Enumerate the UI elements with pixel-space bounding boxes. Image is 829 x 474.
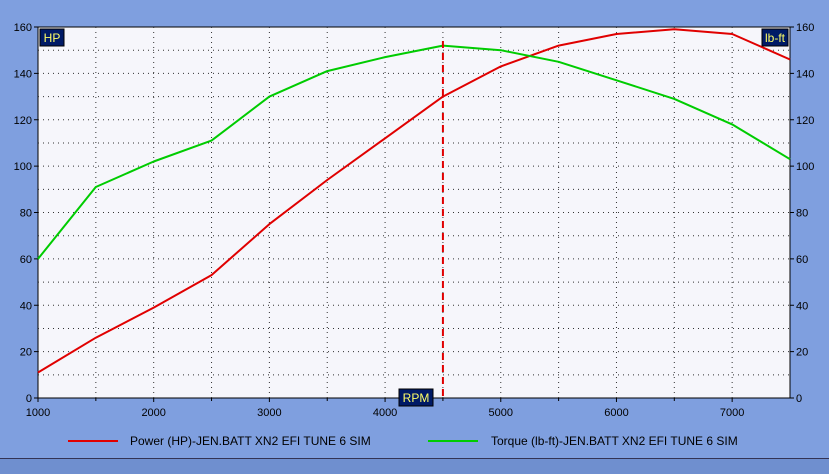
dyno-chart-svg: 1000 2000 3000 4000 5000 6000 7000 0 0 20 20 40 40 60… <box>14 22 815 448</box>
left-unit-box: HP <box>39 28 65 47</box>
y-right-tick-label: 120 <box>796 115 814 127</box>
y-left-tick-label: 20 <box>20 347 32 359</box>
x-tick-label: 6000 <box>604 407 628 419</box>
x-tick-label: 4000 <box>373 407 397 419</box>
legend-label-power: Power (HP)-JEN.BATT XN2 EFI TUNE 6 SIM <box>130 434 371 448</box>
y-right-tick-label: 0 <box>796 393 802 405</box>
y-left-tick-label: 40 <box>20 300 32 312</box>
x-tick-label: 2000 <box>141 407 165 419</box>
dyno-chart: 1000 2000 3000 4000 5000 6000 7000 0 0 20 20 40 40 60… <box>0 0 829 473</box>
y-right-tick-label: 100 <box>796 161 814 173</box>
right-unit-box: lb-ft <box>761 28 789 47</box>
x-tick-label: 3000 <box>257 407 281 419</box>
y-left-tick-label: 0 <box>26 393 32 405</box>
y-right-tick-label: 40 <box>796 300 808 312</box>
y-right-tick-label: 60 <box>796 254 808 266</box>
x-unit-box: RPM <box>398 388 434 407</box>
y-left-tick-label: 100 <box>14 161 32 173</box>
y-right-tick-label: 140 <box>796 68 814 80</box>
x-tick-label: 7000 <box>720 407 744 419</box>
x-axis-unit-label: RPM <box>403 391 430 405</box>
legend: Power (HP)-JEN.BATT XN2 EFI TUNE 6 SIM To… <box>68 434 738 448</box>
y-left-tick-label: 80 <box>20 208 32 220</box>
plot-area <box>37 26 791 399</box>
y-left-tick-label: 120 <box>14 115 32 127</box>
x-tick-label: 1000 <box>26 407 50 419</box>
y-left-tick-label: 60 <box>20 254 32 266</box>
y-left-tick-label: 160 <box>14 22 32 34</box>
right-axis-unit-label: lb-ft <box>765 31 786 45</box>
y-right-tick-label: 80 <box>796 208 808 220</box>
legend-label-torque: Torque (lb-ft)-JEN.BATT XN2 EFI TUNE 6 S… <box>491 434 738 448</box>
bottom-strip <box>0 458 829 474</box>
left-axis-unit-label: HP <box>44 31 61 45</box>
y-right-tick-label: 20 <box>796 347 808 359</box>
y-left-tick-label: 140 <box>14 68 32 80</box>
x-tick-label: 5000 <box>489 407 513 419</box>
y-right-tick-label: 160 <box>796 22 814 34</box>
